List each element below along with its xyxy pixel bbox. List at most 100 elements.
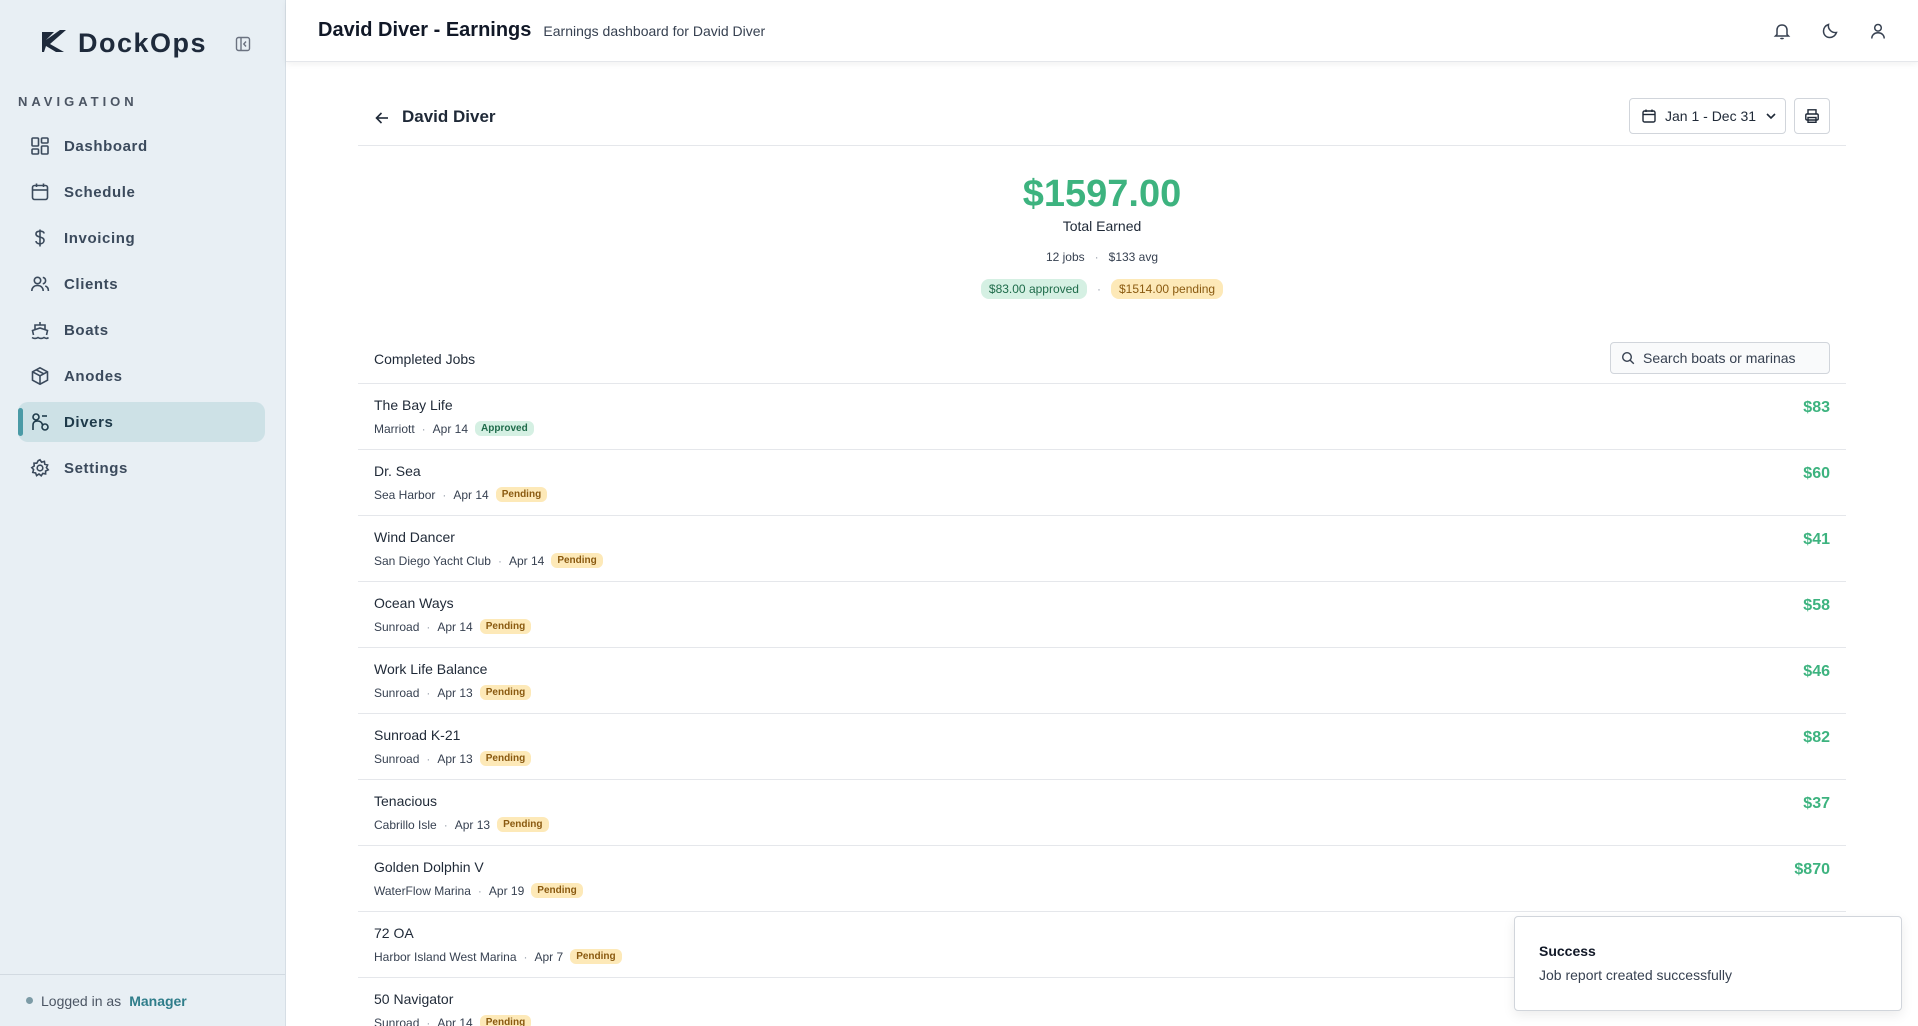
- pending-total-badge: $1514.00 pending: [1110, 279, 1224, 299]
- job-date: Apr 14: [437, 619, 473, 634]
- sidebar: DockOps NAVIGATION Dashboard Schedule In…: [0, 0, 286, 1026]
- user-role-link[interactable]: Manager: [129, 993, 187, 1009]
- moon-icon: [1822, 23, 1838, 39]
- job-search: [1610, 342, 1830, 374]
- boat-name: Wind Dancer: [374, 529, 455, 545]
- status-badge: Pending: [531, 883, 583, 898]
- separator-dot: ·: [443, 817, 448, 832]
- arrow-left-icon: [375, 112, 388, 124]
- status-badge: Pending: [479, 619, 532, 634]
- nav-list: Dashboard Schedule Invoicing Clients Boa…: [18, 126, 265, 494]
- separator-dot: ·: [523, 949, 528, 964]
- sidebar-item-schedule[interactable]: Schedule: [18, 172, 265, 212]
- boat-name: The Bay Life: [374, 397, 453, 413]
- header-actions: [1770, 19, 1890, 43]
- marina-name: Harbor Island West Marina: [374, 949, 517, 964]
- boat-name: Dr. Sea: [374, 463, 421, 479]
- marina-name: Sunroad: [374, 1015, 420, 1026]
- job-date: Apr 14: [453, 487, 489, 502]
- separator-dot: ·: [1096, 282, 1101, 296]
- job-meta: Sunroad · Apr 13 Pending: [374, 685, 532, 700]
- dashboard-icon: [31, 137, 49, 155]
- marina-name: WaterFlow Marina: [374, 883, 471, 898]
- profile-button[interactable]: [1866, 19, 1890, 43]
- separator-dot: ·: [426, 751, 431, 766]
- brand[interactable]: DockOps: [40, 28, 207, 59]
- sidebar-item-label: Invoicing: [64, 229, 136, 247]
- sidebar-item-label: Divers: [64, 413, 114, 431]
- job-meta: Cabrillo Isle · Apr 13 Pending: [374, 817, 549, 832]
- status-badge: Pending: [497, 817, 549, 832]
- completed-jobs-title: Completed Jobs: [374, 351, 476, 367]
- date-range-dropdown[interactable]: Jan 1 - Dec 31: [1629, 98, 1786, 134]
- search-icon: [1621, 351, 1635, 365]
- sidebar-item-label: Schedule: [64, 183, 136, 201]
- sidebar-item-label: Anodes: [64, 367, 123, 385]
- job-date: Apr 13: [454, 817, 491, 832]
- job-count: 12 jobs: [1045, 250, 1085, 264]
- separator-dot: ·: [426, 619, 431, 634]
- brand-name: DockOps: [78, 28, 208, 58]
- job-row[interactable]: Golden Dolphin V WaterFlow Marina · Apr 1…: [358, 846, 1846, 912]
- job-row[interactable]: Tenacious Cabrillo Isle · Apr 13 Pending …: [358, 780, 1846, 846]
- separator-dot: ·: [426, 1015, 431, 1026]
- job-row[interactable]: Dr. Sea Sea Harbor · Apr 14 Pending $60: [358, 450, 1846, 516]
- sidebar-item-dashboard[interactable]: Dashboard: [18, 126, 265, 166]
- boat-name: Ocean Ways: [374, 595, 454, 611]
- dollar-icon: [35, 229, 45, 247]
- sidebar-item-divers[interactable]: Divers: [18, 402, 265, 442]
- job-date: Apr 7: [534, 949, 564, 964]
- job-date: Apr 13: [437, 685, 473, 700]
- print-button[interactable]: [1794, 98, 1830, 134]
- boat-name: Sunroad K-21: [374, 727, 461, 743]
- job-row[interactable]: Wind Dancer San Diego Yacht Club · Apr 14…: [358, 516, 1846, 582]
- ship-icon: [31, 322, 50, 340]
- logo-icon: [40, 28, 68, 59]
- job-meta: Sunroad · Apr 14 Pending: [374, 619, 532, 634]
- job-amount: $83: [1803, 399, 1830, 416]
- nav-heading: NAVIGATION: [18, 94, 138, 109]
- job-row[interactable]: Sunroad K-21 Sunroad · Apr 13 Pending $82: [358, 714, 1846, 780]
- sidebar-item-clients[interactable]: Clients: [18, 264, 265, 304]
- status-totals: $83.00 approved · $1514.00 pending: [358, 279, 1846, 299]
- earnings-summary: $1597.00 Total Earned 12 jobs · $133 avg…: [358, 172, 1846, 299]
- date-range-label: Jan 1 - Dec 31: [1665, 108, 1757, 124]
- sidebar-item-invoicing[interactable]: Invoicing: [18, 218, 265, 258]
- separator-dot: ·: [426, 685, 431, 700]
- users-icon: [31, 276, 50, 292]
- job-amount: $58: [1803, 597, 1830, 614]
- job-date: Apr 19: [488, 883, 525, 898]
- job-date: Apr 13: [437, 751, 473, 766]
- status-badge: Pending: [551, 553, 603, 568]
- marina-name: Sunroad: [374, 751, 420, 766]
- job-date: Apr 14: [437, 1015, 473, 1026]
- completed-jobs-header: Completed Jobs: [358, 342, 1846, 384]
- job-amount: $60: [1803, 465, 1830, 482]
- collapse-sidebar-button[interactable]: [233, 34, 253, 54]
- job-date: Apr 14: [508, 553, 545, 568]
- job-row[interactable]: Work Life Balance Sunroad · Apr 13 Pendin…: [358, 648, 1846, 714]
- sidebar-item-settings[interactable]: Settings: [18, 448, 265, 488]
- status-badge: Approved: [475, 421, 534, 436]
- job-meta: Sunroad · Apr 14 Pending: [374, 1015, 532, 1026]
- search-input[interactable]: [1643, 350, 1813, 366]
- calendar-icon: [31, 183, 49, 201]
- success-toast[interactable]: Success Job report created successfully: [1514, 916, 1902, 1011]
- theme-toggle-button[interactable]: [1818, 19, 1842, 43]
- sidebar-item-boats[interactable]: Boats: [18, 310, 265, 350]
- job-amount: $82: [1803, 729, 1830, 746]
- marina-name: Marriott: [374, 421, 415, 436]
- status-badge: Pending: [495, 487, 548, 502]
- toast-title: Success: [1539, 943, 1596, 959]
- sidebar-item-anodes[interactable]: Anodes: [18, 356, 265, 396]
- job-date: Apr 14: [432, 421, 469, 436]
- job-row[interactable]: The Bay Life Marriott · Apr 14 Approved $…: [358, 384, 1846, 450]
- status-badge: Pending: [479, 685, 532, 700]
- page-subtitle: Earnings dashboard for David Diver: [543, 22, 766, 39]
- printer-icon: [1805, 109, 1819, 124]
- notifications-button[interactable]: [1770, 19, 1794, 43]
- back-button[interactable]: [372, 108, 392, 128]
- top-header: David Diver - Earnings Earnings dashboar…: [286, 0, 1918, 62]
- sidebar-toggle-icon: [235, 36, 251, 52]
- job-row[interactable]: Ocean Ways Sunroad · Apr 14 Pending $58: [358, 582, 1846, 648]
